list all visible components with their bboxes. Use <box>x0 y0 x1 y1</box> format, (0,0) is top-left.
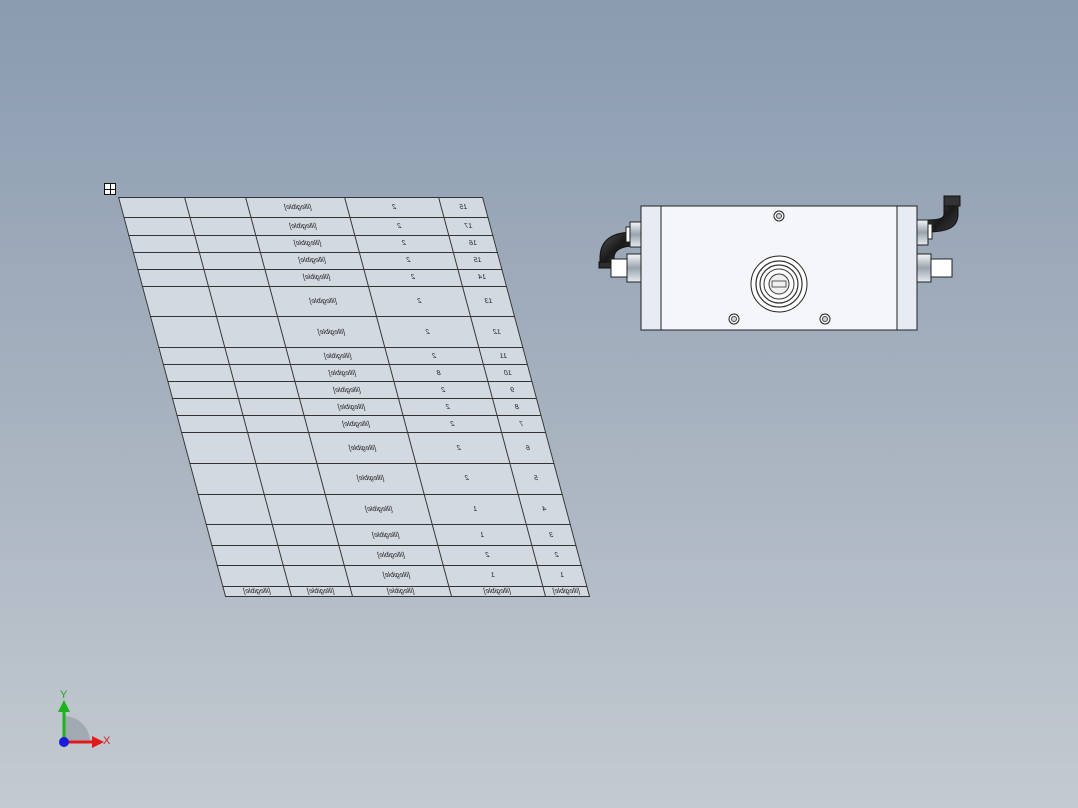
part-drawing-view[interactable]: Y X <box>0 0 1078 808</box>
right-fittings <box>916 195 961 283</box>
coordinate-triad: Y X <box>58 689 111 748</box>
left-fittings <box>598 221 642 283</box>
triad-y-label: Y <box>60 689 68 701</box>
triad-x-label: X <box>103 735 111 747</box>
actuator-body <box>640 205 918 331</box>
cad-graphics-area[interactable]: 15 2 [illegible] 17 2 [illegible] 16 2 [illegibl… <box>0 0 1078 808</box>
